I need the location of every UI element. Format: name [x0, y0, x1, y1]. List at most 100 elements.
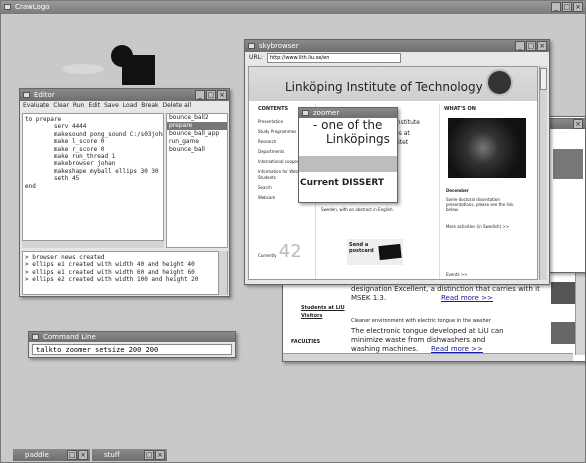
- faculties-heading: FACULTIES: [291, 339, 321, 345]
- side-window[interactable]: ×: [548, 118, 586, 273]
- window-icon: [32, 334, 39, 340]
- output-line: > ellips e2 created with width 100 and h…: [25, 276, 199, 284]
- maximize-icon[interactable]: □: [206, 90, 216, 100]
- event-text: Some doctoral dissertation presentations…: [446, 197, 514, 212]
- postcard-banner[interactable]: Send a postcard: [347, 239, 403, 265]
- taskbar-tab-stuff[interactable]: stuff □ ×: [92, 449, 167, 461]
- zoom-line-2: Linköpings: [326, 132, 390, 146]
- window-icon: [302, 110, 309, 116]
- command-input[interactable]: [32, 344, 232, 355]
- menu-run[interactable]: Run: [73, 101, 85, 111]
- side-photo: [553, 149, 583, 179]
- code-line: make run_thread 1: [25, 153, 116, 161]
- close-icon[interactable]: ×: [573, 119, 583, 129]
- banner: Linköping Institute of Technology: [249, 67, 537, 101]
- close-icon[interactable]: ×: [78, 450, 88, 460]
- url-bar: URL:: [245, 52, 549, 64]
- skybrowser-scrollbar[interactable]: [539, 66, 547, 280]
- counter-value: 42: [278, 241, 302, 262]
- procedure-list[interactable]: bounce_ball2 prepare bounce_ball_app run…: [166, 113, 228, 248]
- code-line: seth 45: [25, 175, 80, 183]
- restore-icon[interactable]: □: [144, 450, 154, 460]
- minimize-icon[interactable]: _: [551, 2, 561, 12]
- minimize-icon[interactable]: _: [515, 41, 525, 51]
- code-line: makebrowser johan: [25, 160, 116, 168]
- flower-photo: [448, 118, 526, 178]
- code-hscrollbar[interactable]: [22, 240, 164, 248]
- list-item[interactable]: bounce_ball: [167, 146, 227, 154]
- command-line-titlebar: Command Line: [29, 332, 235, 342]
- more-activities-link[interactable]: More activities (in Swedish) >>: [446, 224, 509, 230]
- menu-break[interactable]: Break: [141, 101, 158, 111]
- close-icon[interactable]: ×: [537, 41, 547, 51]
- news-headline: Cleaner environment with electric tongue…: [351, 318, 491, 324]
- code-line: to prepare: [25, 116, 62, 123]
- command-line-title: Command Line: [43, 333, 96, 341]
- zoomer-window[interactable]: zoomer - one of the Linköpings Current D…: [298, 107, 398, 203]
- menu-delete-all[interactable]: Delete all: [163, 101, 192, 111]
- menu-evaluate[interactable]: Evaluate: [23, 101, 49, 111]
- list-item[interactable]: bounce_ball_app: [167, 130, 227, 138]
- editor-menubar: Evaluate Clear Run Edit Save Load Break …: [20, 101, 229, 111]
- back-browser-page: designation Excellent, a distinction tha…: [283, 283, 548, 361]
- minimize-icon[interactable]: _: [195, 90, 205, 100]
- banner-title: Linköping Institute of Technology: [285, 80, 483, 94]
- scroll-thumb[interactable]: [540, 68, 547, 90]
- taskbar-tab-paddle[interactable]: paddle □ ×: [13, 449, 90, 461]
- output-scrollbar[interactable]: [218, 251, 227, 295]
- close-icon[interactable]: ×: [573, 2, 583, 12]
- close-icon[interactable]: ×: [155, 450, 165, 460]
- events-link[interactable]: Events >>: [446, 272, 468, 278]
- zoom-line-1: - one of the: [313, 118, 383, 132]
- code-line: make r_score 0: [25, 145, 105, 153]
- zoomer-title: zoomer: [313, 109, 340, 117]
- zoom-gray-band: [299, 156, 397, 172]
- counter-prefix: Currently: [258, 253, 277, 258]
- app-icon: [4, 4, 11, 10]
- desktop-title: CrawLogo: [15, 3, 50, 11]
- list-item[interactable]: run_game: [167, 138, 227, 146]
- menu-clear[interactable]: Clear: [53, 101, 69, 111]
- zoomer-titlebar: zoomer: [299, 108, 397, 118]
- back-horizontal-scrollbar[interactable]: [283, 353, 573, 361]
- restore-icon[interactable]: □: [67, 450, 77, 460]
- url-input[interactable]: [267, 53, 401, 63]
- visitor-counter: Currently 42: [258, 241, 302, 262]
- menu-edit[interactable]: Edit: [88, 101, 100, 111]
- maximize-icon[interactable]: □: [562, 2, 572, 12]
- postcard-label: Send a postcard: [349, 242, 374, 254]
- menu-save[interactable]: Save: [104, 101, 119, 111]
- code-line: makesound pong_sound C:/s03johni: [25, 130, 164, 138]
- code-line: make l_score 0: [25, 138, 105, 146]
- editor-window[interactable]: Editor _ □ × Evaluate Clear Run Edit Sav…: [19, 88, 230, 297]
- editor-titlebar: Editor _ □ ×: [20, 89, 229, 101]
- output-line: > ellips e1 created with width 60 and he…: [25, 268, 195, 276]
- students-link[interactable]: Students at LiU: [301, 305, 345, 312]
- whats-on-column: WHAT'S ON December Some doctoral dissert…: [439, 104, 534, 279]
- command-line-window[interactable]: Command Line: [28, 331, 236, 358]
- list-item[interactable]: bounce_ball2: [167, 114, 227, 122]
- whats-on-heading: WHAT'S ON: [444, 106, 476, 112]
- white-ellipse-shape[interactable]: [62, 64, 104, 74]
- list-item-selected[interactable]: prepare: [167, 122, 227, 130]
- output-line: > ellips e1 created with width 40 and he…: [25, 261, 195, 269]
- code-area[interactable]: to prepare serv 4444 makesound pong_soun…: [22, 113, 164, 248]
- maximize-icon[interactable]: □: [526, 41, 536, 51]
- read-more-link-2[interactable]: Read more >>: [431, 345, 483, 353]
- black-square-shape[interactable]: [122, 55, 155, 85]
- code-line: makeshape myball ellips 30 30: [25, 167, 159, 175]
- close-icon[interactable]: ×: [217, 90, 227, 100]
- url-label: URL:: [249, 54, 263, 61]
- code-line: serv 4444: [25, 123, 87, 131]
- postcard-icon: [378, 243, 402, 261]
- editor-title: Editor: [34, 91, 55, 99]
- desktop-titlebar: CrawLogo _ □ ×: [1, 1, 585, 14]
- read-more-link-1[interactable]: Read more >>: [441, 294, 493, 302]
- output-line: > browser news created: [25, 254, 105, 261]
- skybrowser-titlebar: skybrowser _ □ ×: [245, 40, 549, 52]
- menu-load[interactable]: Load: [123, 101, 137, 111]
- logo-icon: [486, 69, 513, 96]
- zoom-line-3: Current DISSERT: [300, 178, 385, 188]
- paddle-label: paddle: [25, 451, 49, 459]
- visitors-link[interactable]: Visitors: [301, 313, 322, 320]
